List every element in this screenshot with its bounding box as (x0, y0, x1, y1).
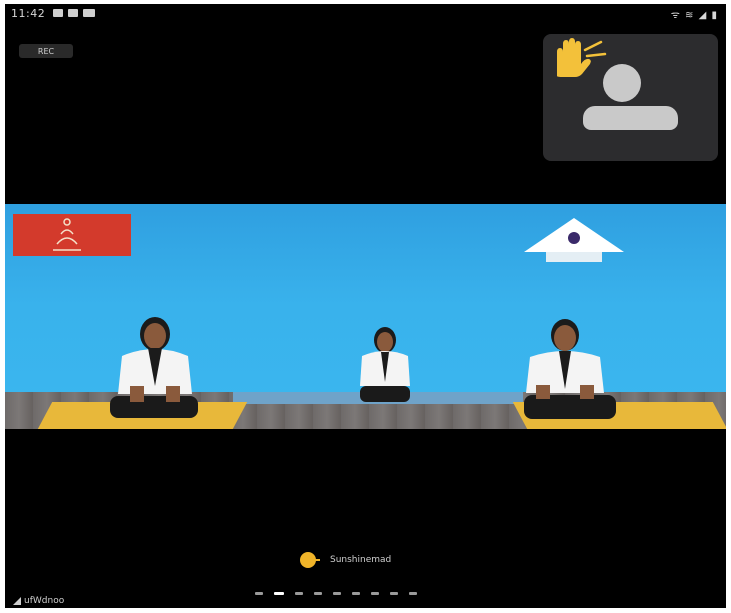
raised-hand-icon (557, 38, 607, 77)
active-speaker-name: Sunshinemad (330, 555, 392, 565)
signal-icon (13, 597, 21, 605)
bottom-left-text: ufWdnoo (24, 596, 65, 606)
page-dot[interactable] (390, 592, 398, 595)
notification-icon (53, 9, 63, 17)
status-system-icons: ᯤ ≋ ◢ ▮ (670, 10, 718, 21)
video-app-icon (83, 9, 95, 17)
page-indicator[interactable] (255, 592, 417, 595)
meeting-screen: 11:42 ᯤ ≋ ◢ ▮ REC Sunshinemad ufWdnoo (5, 4, 726, 608)
instructor-left (110, 317, 198, 418)
meeting-info-pill[interactable]: REC (19, 44, 73, 58)
speaker-icon (300, 552, 320, 568)
page-dot[interactable] (255, 592, 263, 595)
person-avatar-body (583, 106, 678, 130)
meeting-info-label: REC (37, 46, 55, 56)
instructor-right (524, 319, 616, 419)
page-dot[interactable] (352, 592, 360, 595)
notification-icon (68, 9, 78, 17)
page-dot[interactable] (371, 592, 379, 595)
active-speaker-indicator: Sunshinemad (300, 550, 391, 570)
instructor-center (360, 327, 410, 402)
self-view-tile[interactable] (543, 34, 718, 161)
page-dot[interactable] (295, 592, 303, 595)
status-time: 11:42 (11, 7, 46, 20)
main-video-feed[interactable] (5, 204, 726, 429)
triangle-logo-icon (524, 218, 624, 262)
bottom-left-label: ufWdnoo (13, 596, 64, 606)
status-bar: 11:42 ᯤ ≋ ◢ ▮ (5, 4, 726, 24)
page-dot[interactable] (274, 592, 284, 595)
page-dot[interactable] (333, 592, 341, 595)
person-avatar-icon (603, 64, 641, 102)
red-banner-logo (13, 214, 131, 256)
page-dot[interactable] (314, 592, 322, 595)
page-dot[interactable] (409, 592, 417, 595)
